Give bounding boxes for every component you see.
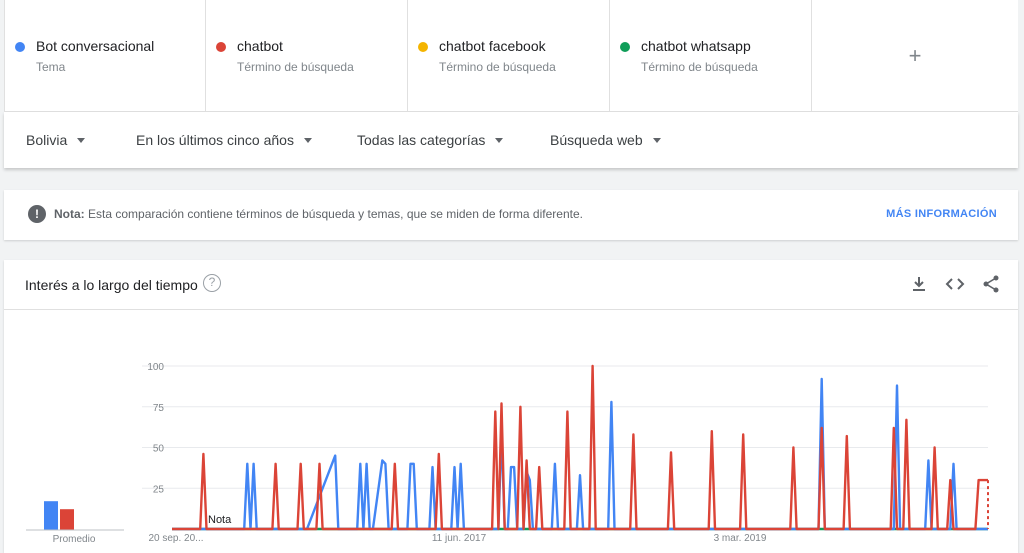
note-text: Nota: Esta comparación contiene términos… [54, 207, 583, 221]
plus-icon: + [908, 42, 922, 68]
annotation-label: Nota [208, 514, 232, 526]
filters-bar: Bolivia En los últimos cinco años Todas … [4, 112, 1018, 168]
y-tick-label: 100 [147, 362, 164, 373]
caret-down-icon [303, 137, 312, 143]
term-name: chatbot whatsapp [641, 38, 751, 54]
term-card-2[interactable]: chatbot Término de búsqueda [206, 0, 408, 112]
term-type: Término de búsqueda [439, 60, 556, 74]
term-color-dot [418, 42, 428, 52]
caret-down-icon [652, 137, 661, 143]
interest-chart: 25 50 75 100 20 sep. 20... 11 jun. 2017 3 mar.… [26, 362, 989, 545]
term-card-4[interactable]: chatbot whatsapp Término de búsqueda [610, 0, 812, 112]
caret-down-icon [77, 137, 86, 143]
add-term-button[interactable]: + [812, 0, 1018, 111]
y-tick-label: 75 [153, 403, 165, 414]
series-line-bot-conversacional [172, 377, 988, 531]
average-label: Promedio [53, 534, 96, 545]
term-card-1[interactable]: Bot conversacional Tema [4, 0, 206, 112]
info-icon: ! [28, 205, 46, 223]
period-dropdown[interactable]: En los últimos cinco años [136, 132, 312, 148]
region-dropdown[interactable]: Bolivia [26, 132, 86, 148]
term-type: Término de búsqueda [641, 60, 758, 74]
y-tick-label: 25 [153, 484, 165, 495]
term-card-3[interactable]: chatbot facebook Término de búsqueda [408, 0, 610, 112]
x-tick-label: 3 mar. 2019 [714, 533, 767, 544]
category-dropdown[interactable]: Todas las categorías [357, 132, 504, 148]
x-tick-label: 20 sep. 20... [148, 533, 203, 544]
term-color-dot [216, 42, 226, 52]
note-banner: ! Nota: Esta comparación contiene términ… [4, 190, 1018, 240]
term-name: chatbot facebook [439, 38, 546, 54]
average-bar [44, 501, 58, 530]
interest-over-time-card: Interés a lo largo del tiempo ? 25 50 75 10… [4, 260, 1018, 553]
terms-bar: Bot conversacional Tema chatbot Término … [4, 0, 1018, 112]
term-color-dot [15, 42, 25, 52]
y-tick-label: 50 [153, 444, 165, 455]
search-type-dropdown[interactable]: Búsqueda web [550, 132, 661, 148]
term-type: Tema [36, 60, 66, 74]
more-info-link[interactable]: MÁS INFORMACIÓN [886, 208, 997, 220]
x-tick-label: 11 jun. 2017 [432, 533, 487, 544]
term-name: Bot conversacional [36, 38, 155, 54]
term-color-dot [620, 42, 630, 52]
term-name: chatbot [237, 38, 283, 54]
average-bar [60, 509, 74, 530]
caret-down-icon [495, 137, 504, 143]
term-type: Término de búsqueda [237, 60, 354, 74]
